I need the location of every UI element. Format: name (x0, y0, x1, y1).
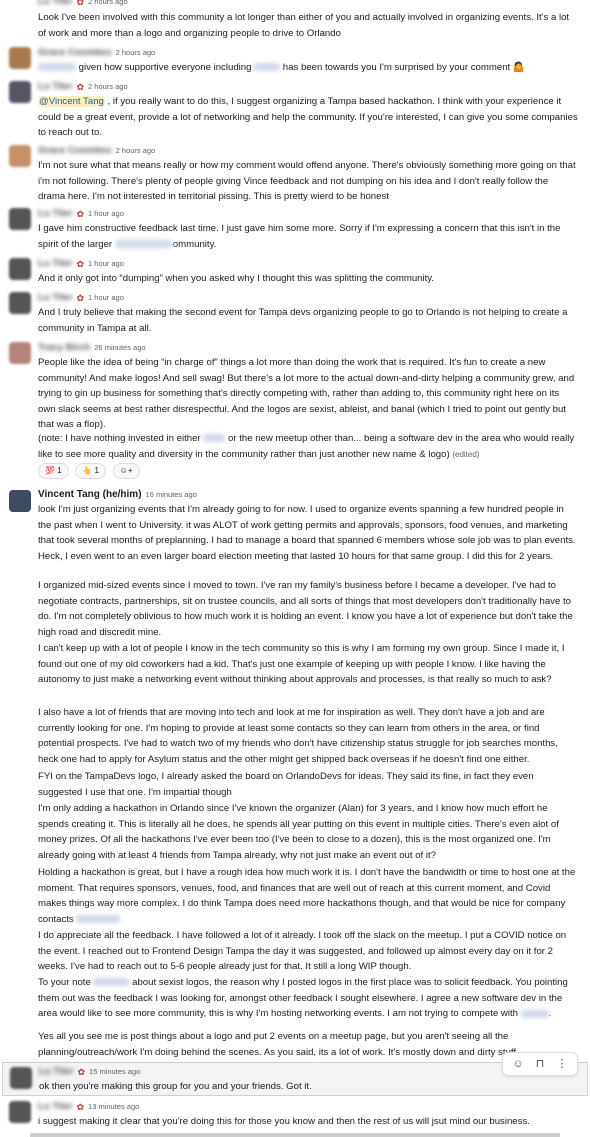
add-reaction-icon[interactable]: ☺+ (112, 463, 140, 479)
status-icon: ✿ (76, 259, 85, 269)
edited-label: (edited) (452, 449, 480, 459)
status-icon: ✿ (76, 82, 85, 92)
message-paragraph: look I'm just organizing events that I'm… (38, 504, 576, 562)
timestamp[interactable]: 15 minutes ago (89, 1066, 140, 1078)
author-name[interactable]: Grace Coombes (38, 47, 112, 59)
avatar[interactable] (9, 1101, 31, 1123)
emoji-reaction-icon[interactable]: ☺ (507, 1053, 529, 1075)
author-name[interactable]: Grace Coombes (38, 145, 112, 157)
timestamp[interactable]: 1 hour ago (88, 258, 124, 270)
message-text: And I truly believe that making the seco… (38, 307, 568, 334)
message-header: Grace Coombes 2 hours ago (38, 145, 155, 157)
message-actions-toolbar: ☺ ⊓ ⋮ (502, 1052, 578, 1076)
redacted-text (203, 434, 226, 443)
author-name[interactable]: Lu Tiler (38, 1101, 72, 1113)
avatar[interactable] (9, 208, 31, 230)
avatar[interactable] (9, 490, 31, 512)
status-icon: ✿ (77, 1067, 86, 1077)
timestamp[interactable]: 2 hours ago (116, 47, 156, 59)
status-icon: ✿ (76, 293, 85, 303)
message-paragraph: Yes all you see me is post things about … (38, 1031, 517, 1058)
redacted-mention (93, 978, 130, 987)
status-icon: ✿ (76, 209, 85, 219)
author-name[interactable]: Lu Tiler (38, 0, 72, 8)
more-actions-icon[interactable]: ⋮ (551, 1053, 573, 1075)
timestamp[interactable]: 13 minutes ago (88, 1101, 139, 1113)
timestamp[interactable]: 2 hours ago (88, 81, 128, 93)
message-paragraph: I do appreciate all the feedback. I have… (38, 930, 567, 973)
author-name[interactable]: Lu Tiler (38, 208, 72, 220)
message-text: Look I've been involved with this commun… (38, 12, 570, 39)
user-mention[interactable]: @Vincent Tang (38, 96, 105, 107)
author-name[interactable]: Lu Tiler (38, 258, 72, 270)
message-header: Lu Tiler ✿ 1 hour ago (38, 292, 124, 304)
message-text: I gave him constructive feedback last ti… (38, 223, 561, 250)
timestamp[interactable]: 1 hour ago (88, 292, 124, 304)
redacted-mention (38, 63, 76, 72)
redacted-text (114, 240, 173, 249)
author-name[interactable]: Vincent Tang (he/him) (38, 489, 142, 501)
timestamp[interactable]: 2 hours ago (116, 145, 156, 157)
avatar[interactable] (10, 1067, 32, 1089)
reactions-bar: 💯 1 👆 1 ☺+ (38, 463, 144, 479)
timestamp[interactable]: 2 hours ago (88, 0, 128, 8)
status-icon: ✿ (76, 1102, 85, 1112)
composer-edge (30, 1133, 560, 1137)
author-name[interactable]: Lu Tiler (39, 1066, 73, 1078)
author-name[interactable]: Tracy Birch (38, 342, 90, 354)
message-paragraph: Holding a hackathon is great, but I have… (38, 867, 576, 925)
message-text: ok then you're making this group for you… (39, 1081, 312, 1092)
message-paragraph: I also have a lot of friends that are mo… (38, 707, 558, 765)
reaction-point-up[interactable]: 👆 1 (75, 463, 106, 479)
message-header: Lu Tiler ✿ 13 minutes ago (38, 1101, 139, 1113)
avatar[interactable] (9, 292, 31, 314)
bookmark-icon[interactable]: ⊓ (529, 1053, 551, 1075)
message-header: Vincent Tang (he/him) 16 minutes ago (38, 489, 197, 501)
avatar[interactable] (9, 258, 31, 280)
message-paragraph: I can't keep up with a lot of people I k… (38, 643, 565, 686)
message-paragraph: FYI on the TampaDevs logo, I already ask… (38, 771, 534, 798)
message-paragraph: I organized mid-sized events since I mov… (38, 580, 573, 638)
hovered-message[interactable]: Lu Tiler ✿ 15 minutes ago ok then you're m… (2, 1062, 588, 1096)
message-text: given how supportive everyone including … (38, 60, 578, 76)
avatar[interactable] (9, 342, 31, 364)
timestamp[interactable]: 26 minutes ago (94, 342, 145, 354)
message-paragraph: To your note about sexist logos, the rea… (38, 977, 568, 1020)
message-text: I'm not sure what that means really or h… (38, 160, 576, 203)
message-paragraph: I'm only adding a hackathon in Orlando s… (38, 803, 559, 861)
timestamp[interactable]: 16 minutes ago (146, 489, 197, 501)
message-header: Lu Tiler ✿ 1 hour ago (38, 208, 124, 220)
author-name[interactable]: Lu Tiler (38, 292, 72, 304)
redacted-text (520, 1009, 549, 1018)
status-icon: ✿ (76, 0, 85, 7)
message-text: @Vincent Tang , if you really want to do… (38, 96, 578, 139)
avatar[interactable] (9, 47, 31, 69)
redacted-mention (76, 915, 121, 924)
message-text: i suggest making it clear that you're do… (38, 1116, 530, 1127)
message-header: Lu Tiler ✿ 2 hours ago (38, 0, 128, 8)
avatar[interactable] (9, 145, 31, 167)
message-text: People like the idea of being “in charge… (38, 357, 575, 431)
message-note: (note: I have nothing invested in either… (38, 433, 575, 460)
message-text: And it only got into “dumping” when you … (38, 273, 435, 284)
shrug-emoji: 🤷 (512, 62, 525, 73)
timestamp[interactable]: 1 hour ago (88, 208, 124, 220)
author-name[interactable]: Lu Tiler (38, 81, 72, 93)
redacted-mention (254, 63, 281, 72)
reaction-100[interactable]: 💯 1 (38, 463, 69, 479)
message-header: Tracy Birch 26 minutes ago (38, 342, 146, 354)
message-header: Lu Tiler ✿ 15 minutes ago (39, 1066, 140, 1078)
message-header: Lu Tiler ✿ 2 hours ago (38, 81, 128, 93)
avatar[interactable] (9, 81, 31, 103)
message-header: Grace Coombes 2 hours ago (38, 47, 155, 59)
message-header: Lu Tiler ✿ 1 hour ago (38, 258, 124, 270)
